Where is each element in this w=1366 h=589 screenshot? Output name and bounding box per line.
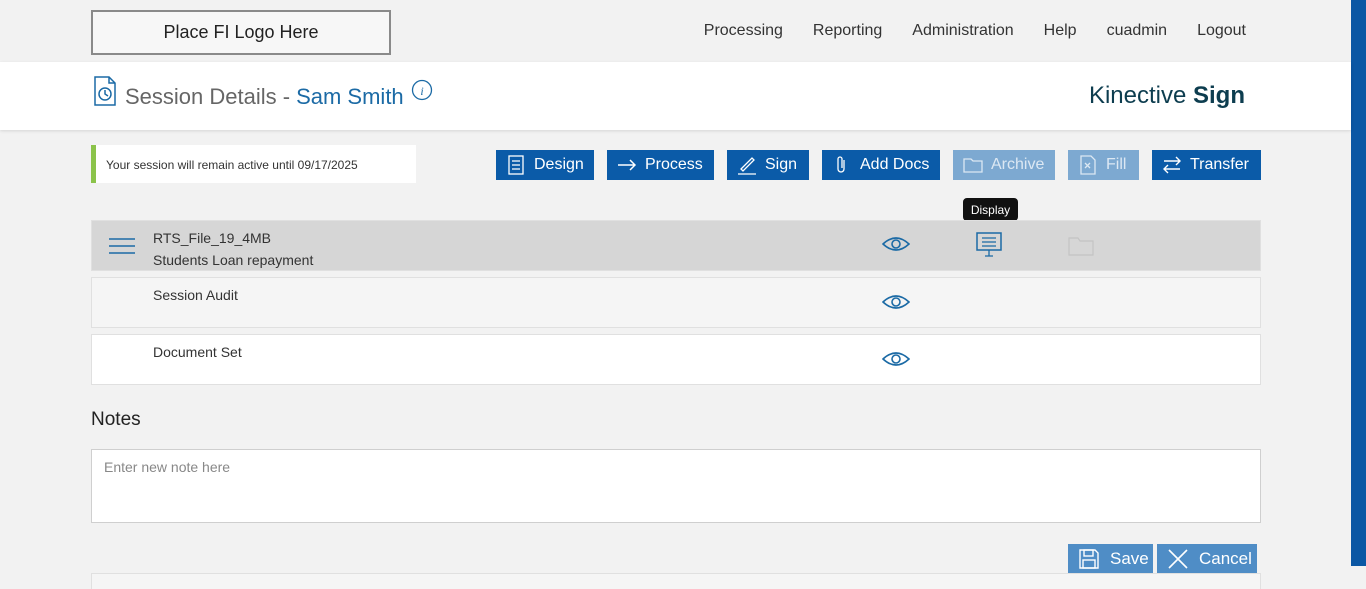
view-eye-icon[interactable]	[882, 292, 910, 312]
display-tooltip: Display	[963, 198, 1018, 226]
nav-processing[interactable]: Processing	[704, 22, 783, 40]
transfer-arrows-icon	[1163, 156, 1181, 174]
sign-label: Sign	[765, 156, 798, 173]
session-history-icon	[94, 76, 116, 106]
main-nav: Processing Reporting Administration Help…	[704, 22, 1246, 40]
process-button[interactable]: Process	[607, 150, 714, 180]
design-button[interactable]: Design	[496, 150, 594, 180]
design-icon	[508, 155, 524, 175]
save-button[interactable]: Save	[1068, 544, 1153, 574]
archive-button[interactable]: Archive	[953, 150, 1055, 180]
fill-label: Fill	[1106, 156, 1127, 173]
display-monitor-icon[interactable]	[975, 232, 1003, 258]
page-scrollbar[interactable]	[1351, 0, 1366, 566]
drag-handle-icon[interactable]	[108, 237, 136, 255]
folder-icon	[1068, 237, 1094, 256]
fill-button[interactable]: Fill	[1068, 150, 1139, 180]
brand-bold: Sign	[1193, 82, 1245, 109]
page-title: Session Details - Sam Smith	[125, 84, 404, 110]
document-row[interactable]: Document Set	[91, 334, 1261, 385]
notes-heading: Notes	[91, 409, 141, 430]
arrow-right-icon	[618, 159, 637, 171]
signature-pen-icon	[738, 157, 756, 175]
fill-document-icon	[1080, 155, 1096, 175]
close-icon	[1168, 549, 1188, 569]
design-label: Design	[534, 156, 584, 173]
kinective-sign-logo: Kinective Sign	[1089, 82, 1245, 110]
view-eye-icon[interactable]	[882, 349, 910, 369]
nav-user-menu[interactable]: cuadmin	[1107, 22, 1167, 40]
svg-text:i: i	[420, 84, 423, 98]
nav-administration[interactable]: Administration	[912, 22, 1013, 40]
fi-logo-placeholder: Place FI Logo Here	[91, 10, 391, 55]
document-file-name: Session Audit	[153, 287, 238, 303]
document-file-name: Document Set	[153, 344, 242, 360]
save-label: Save	[1110, 549, 1149, 568]
new-note-input[interactable]	[91, 449, 1261, 523]
sign-button[interactable]: Sign	[727, 150, 809, 180]
page-header: Session Details - Sam Smith i Kinective S…	[0, 62, 1351, 130]
folder-icon	[963, 158, 983, 173]
document-row[interactable]: RTS_File_19_4MB Students Loan repayment	[91, 220, 1261, 271]
nav-help[interactable]: Help	[1044, 22, 1077, 40]
transfer-label: Transfer	[1190, 156, 1249, 173]
document-description: Students Loan repayment	[153, 252, 314, 268]
add-docs-label: Add Docs	[860, 156, 930, 173]
add-docs-button[interactable]: Add Docs	[822, 150, 940, 180]
nav-reporting[interactable]: Reporting	[813, 22, 882, 40]
session-owner-name: Sam Smith	[296, 84, 404, 109]
nav-logout[interactable]: Logout	[1197, 22, 1246, 40]
session-active-notice: Your session will remain active until 09…	[91, 145, 416, 183]
notes-list-panel	[91, 573, 1261, 589]
view-eye-icon[interactable]	[882, 234, 910, 254]
paperclip-icon	[837, 156, 845, 173]
brand-light: Kinective	[1088, 82, 1187, 109]
archive-label: Archive	[991, 156, 1045, 173]
document-file-name: RTS_File_19_4MB	[153, 230, 272, 246]
info-icon[interactable]: i	[411, 79, 433, 101]
process-label: Process	[645, 156, 703, 173]
page-title-label: Session Details -	[125, 84, 291, 109]
cancel-label: Cancel	[1199, 549, 1252, 568]
cancel-button[interactable]: Cancel	[1157, 544, 1257, 574]
transfer-button[interactable]: Transfer	[1152, 150, 1261, 180]
save-disk-icon	[1079, 549, 1099, 569]
top-bar: Place FI Logo Here Processing Reporting …	[0, 0, 1351, 62]
document-row[interactable]: Session Audit	[91, 277, 1261, 328]
